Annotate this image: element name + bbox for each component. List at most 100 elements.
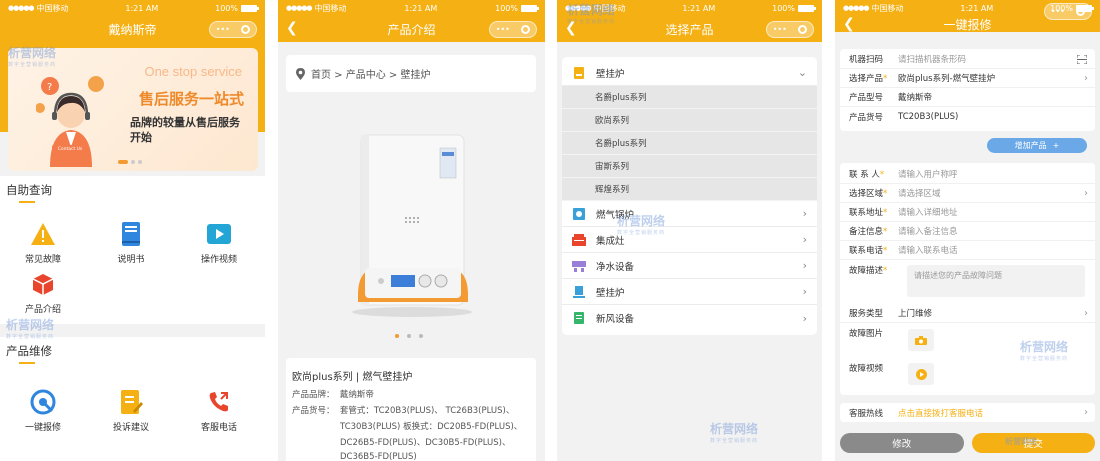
section-title: 自助查询 xyxy=(6,183,52,197)
contact-row[interactable]: 联 系 人* 请输入用户称呼 xyxy=(840,165,1095,184)
product-value: 欧尚plus系列-燃气壁挂炉 xyxy=(898,74,996,84)
category-row-expanded[interactable]: 壁挂炉 ⌄ xyxy=(562,60,817,86)
mini-program-capsule[interactable]: ••• xyxy=(489,21,537,38)
contact-us-button[interactable]: Contact Us xyxy=(52,145,88,154)
battery-icon xyxy=(241,4,259,12)
category-label: 新风设备 xyxy=(596,314,635,325)
brand-value: 戴纳斯帝 xyxy=(339,390,374,400)
category-row[interactable]: 净水设备 › xyxy=(562,253,817,279)
model-value: 戴纳斯帝 xyxy=(898,93,933,103)
back-icon[interactable]: ❮ xyxy=(565,20,577,36)
model-row: 产品货号： 套管式：TC20B3(PLUS)、 TC26B3(PLUS)、 xyxy=(292,404,514,416)
battery-icon xyxy=(798,4,816,12)
hotline-card[interactable]: 客服热线 点击直接拨打客服电话 › xyxy=(840,403,1095,422)
address-input[interactable]: 请输入详细地址 xyxy=(898,206,958,218)
faq-item[interactable]: 常见故障 xyxy=(8,221,78,265)
back-icon[interactable]: ❮ xyxy=(843,16,855,32)
hotline-item[interactable]: 客服电话 xyxy=(184,389,254,433)
contact-input[interactable]: 请输入用户称呼 xyxy=(898,168,958,180)
upload-video-button[interactable] xyxy=(908,363,934,385)
series-item[interactable]: 欧尚系列 xyxy=(562,109,817,132)
chevron-right-icon: › xyxy=(1084,187,1088,199)
complaint-item[interactable]: 投诉建议 xyxy=(96,389,166,433)
category-row[interactable]: 壁挂炉 › xyxy=(562,279,817,305)
phone-input[interactable]: 请输入联系电话 xyxy=(898,244,958,256)
service-type-value[interactable]: 上门维修 xyxy=(898,307,932,319)
video-label: 故障视频 xyxy=(849,363,884,374)
chevron-right-icon: › xyxy=(1084,307,1088,319)
mini-program-capsule[interactable]: ••• xyxy=(1044,3,1092,20)
section-underline xyxy=(19,201,35,203)
photo-label: 故障图片 xyxy=(849,328,884,339)
more-icon[interactable]: ••• xyxy=(216,25,230,34)
product-info-card: 欧尚plus系列 | 燃气壁挂炉 产品品牌： 戴纳斯帝 产品货号： 套管式：TC… xyxy=(286,358,536,461)
manual-label: 说明书 xyxy=(117,255,145,265)
series-item[interactable]: 宙斯系列 xyxy=(562,155,817,178)
close-circle-icon[interactable] xyxy=(521,25,531,34)
region-row[interactable]: 选择区域* 请选择区域 › xyxy=(840,184,1095,203)
location-pin-icon xyxy=(296,67,305,80)
video-item[interactable]: 操作视频 xyxy=(184,221,254,265)
chevron-right-icon: › xyxy=(802,259,807,272)
status-time: 1:21 AM xyxy=(404,3,438,13)
note-row[interactable]: 备注信息* 请输入备注信息 xyxy=(840,222,1095,241)
hotline-link[interactable]: 点击直接拨打客服电话 xyxy=(898,407,983,419)
battery-icon xyxy=(521,4,539,12)
mini-program-capsule[interactable]: ••• xyxy=(209,21,257,38)
home-screen: ●●●●● 中国移动 1:21 AM 100% 戴纳斯帝 ••• ? One st… xyxy=(0,0,265,461)
edit-button[interactable]: 修改 xyxy=(840,433,964,453)
back-icon[interactable]: ❮ xyxy=(286,20,298,36)
section-title: 产品维修 xyxy=(6,344,52,358)
desc-textarea[interactable]: 请描述您的产品故障问题 xyxy=(907,265,1085,297)
brand-row: 产品品牌： 戴纳斯帝 xyxy=(292,388,374,400)
upload-photo-button[interactable] xyxy=(908,329,934,351)
region-select[interactable]: 请选择区域 xyxy=(898,187,941,199)
more-icon[interactable]: ••• xyxy=(496,25,510,34)
close-circle-icon[interactable] xyxy=(798,25,808,34)
submit-button[interactable]: 提交 xyxy=(971,433,1095,453)
breadcrumb: 首页 > 产品中心 > 壁挂炉 xyxy=(286,55,536,92)
service-banner[interactable]: ? One stop service 售后服务一站式 品牌的较量从售后服务开始 … xyxy=(8,48,258,171)
close-circle-icon[interactable] xyxy=(1076,7,1086,16)
category-row[interactable]: 集成灶 › xyxy=(562,227,817,253)
product-intro-item[interactable]: 产品介绍 xyxy=(8,271,78,315)
service-type-row[interactable]: 服务类型 上门维修 › xyxy=(840,304,1095,323)
more-icon[interactable]: ••• xyxy=(1051,7,1065,16)
scan-row[interactable]: 机器扫码 请扫描机器条形码 xyxy=(840,50,1095,69)
mini-program-capsule[interactable]: ••• xyxy=(766,21,814,38)
series-item[interactable]: 名爵plus系列 xyxy=(562,132,817,155)
category-row[interactable]: 新风设备 › xyxy=(562,305,817,331)
page-title: 戴纳斯帝 xyxy=(108,22,157,37)
note-label: 备注信息 xyxy=(849,227,884,237)
close-circle-icon[interactable] xyxy=(241,25,251,34)
series-item[interactable]: 辉煌系列 xyxy=(562,178,817,201)
model-label: 产品货号： xyxy=(292,406,335,416)
scan-placeholder: 请扫描机器条形码 xyxy=(898,55,967,65)
product-row[interactable]: 选择产品* 欧尚plus系列-燃气壁挂炉 › xyxy=(840,69,1095,88)
series-item[interactable]: 名爵plus系列 xyxy=(562,86,817,109)
desc-label: 故障描述 xyxy=(849,265,884,276)
add-product-label: 增加产品 xyxy=(1014,141,1047,150)
add-product-button[interactable]: 增加产品 + xyxy=(987,138,1087,153)
edit-document-icon xyxy=(117,389,145,415)
box-icon xyxy=(29,271,57,297)
chevron-right-icon: › xyxy=(802,285,807,298)
battery-label: 100% xyxy=(772,3,795,13)
category-row[interactable]: 燃气锅炉 › xyxy=(562,201,817,227)
status-bar: ●●●●● 中国移动 1:21 AM 100% xyxy=(557,0,822,16)
note-input[interactable]: 请输入备注信息 xyxy=(898,225,958,237)
page-title: 一键报修 xyxy=(943,17,992,32)
category-label: 壁挂炉 xyxy=(596,287,625,299)
one-click-repair-item[interactable]: 一键报修 xyxy=(8,389,78,433)
wall-boiler-illustration xyxy=(352,134,472,317)
scan-icon[interactable] xyxy=(1077,54,1087,64)
manual-item[interactable]: 说明书 xyxy=(96,221,166,265)
phone-label: 联系电话 xyxy=(849,246,884,256)
phone-row[interactable]: 联系电话* 请输入联系电话 xyxy=(840,241,1095,260)
address-row[interactable]: 联系地址* 请输入详细地址 xyxy=(840,203,1095,222)
hotline-row[interactable]: 客服热线 点击直接拨打客服电话 › xyxy=(840,403,1095,422)
more-icon[interactable]: ••• xyxy=(773,25,787,34)
page-title: 产品介绍 xyxy=(387,22,436,37)
water-purifier-icon xyxy=(572,260,586,272)
region-label: 选择区域 xyxy=(849,189,884,199)
